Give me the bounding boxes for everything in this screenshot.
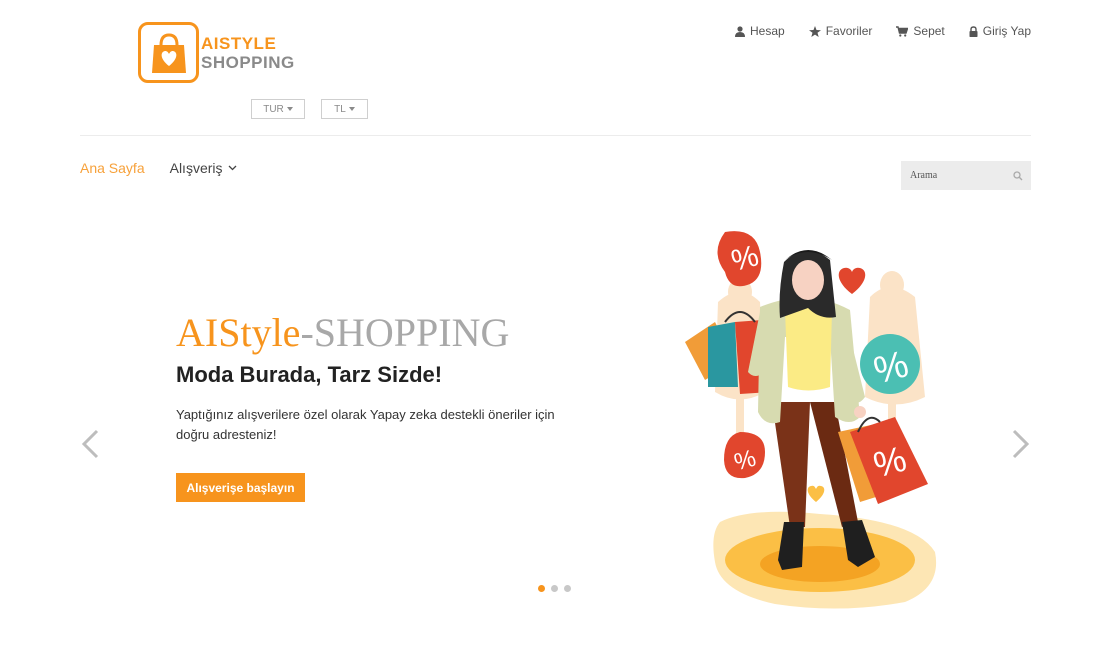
cart-link[interactable]: Sepet bbox=[896, 24, 945, 38]
shopping-woman-illustration: % % % % bbox=[685, 231, 937, 609]
chevron-right-icon bbox=[1012, 429, 1030, 459]
brand-name-line2: SHOPPING bbox=[201, 52, 295, 72]
hero-subtitle: Moda Burada, Tarz Sizde! bbox=[176, 362, 443, 387]
account-link-label: Hesap bbox=[750, 24, 785, 38]
header-divider bbox=[80, 135, 1031, 136]
brand-logo[interactable]: AISTYLE SHOPPING bbox=[138, 22, 295, 83]
language-dropdown[interactable]: TUR bbox=[251, 99, 305, 119]
favorites-link-label: Favoriler bbox=[825, 24, 873, 38]
start-shopping-button[interactable]: Alışverişe başlayın bbox=[176, 473, 305, 502]
user-icon bbox=[735, 25, 746, 37]
hero-description: Yaptığınız alışverilere özel olarak Yapa… bbox=[176, 407, 555, 442]
nav-shopping-dropdown[interactable]: Alışveriş bbox=[170, 160, 237, 176]
lock-icon bbox=[969, 25, 978, 37]
hero-title-part1: AIStyle bbox=[176, 310, 301, 355]
currency-dropdown[interactable]: TL bbox=[321, 99, 368, 119]
carousel-prev-button[interactable] bbox=[80, 428, 100, 465]
carousel-dot[interactable] bbox=[538, 585, 545, 592]
chevron-down-icon bbox=[228, 165, 236, 171]
page: AISTYLE SHOPPING TUR TL Hesap Favoriler … bbox=[0, 0, 1120, 650]
carousel-dot[interactable] bbox=[551, 585, 558, 592]
top-links: Hesap Favoriler Sepet Giriş Yap bbox=[735, 24, 1031, 38]
cart-link-label: Sepet bbox=[913, 24, 945, 38]
caret-down-icon bbox=[348, 107, 355, 111]
login-link-label: Giriş Yap bbox=[982, 24, 1031, 38]
carousel-next-button[interactable] bbox=[1011, 428, 1031, 465]
nav-home[interactable]: Ana Sayfa bbox=[80, 160, 145, 176]
currency-value: TL bbox=[334, 103, 346, 115]
nav-home-label: Ana Sayfa bbox=[80, 160, 145, 176]
search-input[interactable] bbox=[910, 170, 1000, 181]
cart-icon bbox=[896, 25, 909, 37]
brand-name-line1: AISTYLE bbox=[201, 33, 277, 53]
shopping-bag-logo-icon bbox=[138, 22, 199, 83]
account-link[interactable]: Hesap bbox=[735, 24, 785, 38]
chevron-left-icon bbox=[81, 429, 99, 459]
star-icon bbox=[808, 25, 821, 37]
carousel-dot[interactable] bbox=[564, 585, 571, 592]
hero-title-part2: -SHOPPING bbox=[300, 310, 510, 355]
favorites-link[interactable]: Favoriler bbox=[808, 24, 873, 38]
brand-name: AISTYLE SHOPPING bbox=[201, 34, 295, 72]
nav-shopping-label: Alışveriş bbox=[169, 160, 223, 176]
search-icon[interactable] bbox=[1013, 170, 1023, 181]
language-value: TUR bbox=[263, 103, 284, 115]
login-link[interactable]: Giriş Yap bbox=[969, 24, 1031, 38]
search-box bbox=[901, 161, 1031, 190]
carousel-indicators bbox=[538, 585, 571, 592]
locale-selectors: TUR TL bbox=[251, 99, 368, 119]
main-nav: Ana Sayfa Alışveriş bbox=[80, 160, 237, 176]
caret-down-icon bbox=[286, 107, 293, 111]
hero-title: AIStyle-SHOPPING bbox=[176, 310, 509, 356]
